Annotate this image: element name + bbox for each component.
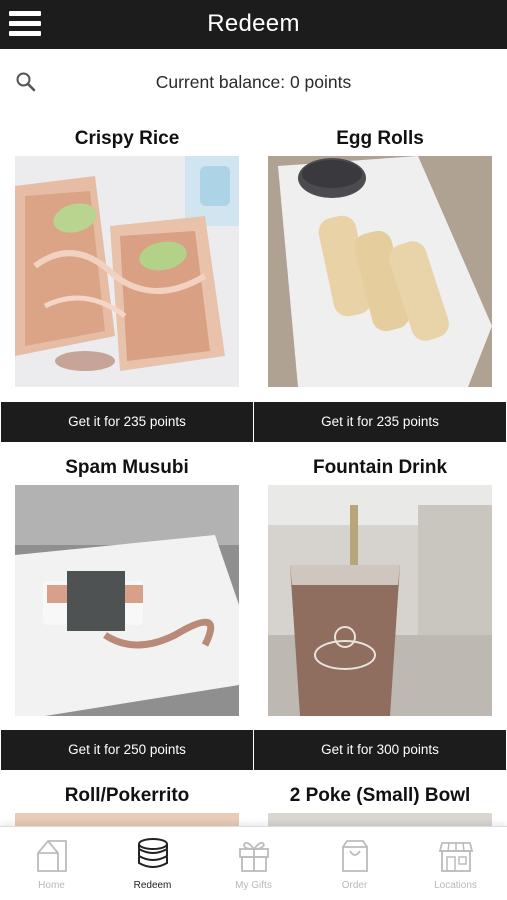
top-bar: Redeem [0, 0, 507, 49]
tab-locations-label: Locations [434, 880, 477, 891]
tab-locations[interactable]: Locations [405, 827, 506, 900]
coins-icon [138, 838, 168, 868]
tab-home-label: Home [38, 880, 65, 891]
item-image-roll-pokerrito[interactable] [15, 813, 239, 827]
item-name-2-poke-small-bowl: 2 Poke (Small) Bowl [289, 785, 471, 806]
item-name-spam-musubi: Spam Musubi [65, 457, 189, 478]
tab-order[interactable]: Order [304, 827, 405, 900]
redeem-button-egg-rolls[interactable]: Get it for 235 points [254, 402, 506, 442]
redeem-button-spam-musubi[interactable]: Get it for 250 points [1, 730, 253, 770]
page-title: Redeem [207, 10, 300, 37]
tab-my-gifts-label: My Gifts [235, 880, 272, 891]
store-icon [438, 842, 474, 872]
home-icon [37, 840, 67, 872]
tab-redeem-label: Redeem [133, 880, 172, 891]
item-image-egg-rolls[interactable] [268, 156, 492, 387]
redeem-button-crispy-rice[interactable]: Get it for 235 points [1, 402, 253, 442]
tab-order-label: Order [341, 880, 368, 891]
item-image-crispy-rice[interactable] [15, 156, 239, 387]
item-image-fountain-drink[interactable] [268, 485, 492, 716]
current-balance: Current balance: 0 points [155, 72, 352, 92]
item-name-egg-rolls: Egg Rolls [336, 128, 424, 149]
tab-my-gifts[interactable]: My Gifts [203, 827, 304, 900]
item-name-crispy-rice: Crispy Rice [74, 128, 180, 149]
shopping-bag-icon [342, 840, 368, 872]
item-image-spam-musubi[interactable] [15, 485, 239, 716]
item-name-roll-pokerrito: Roll/Pokerrito [64, 785, 190, 806]
gift-icon [239, 841, 269, 872]
item-name-fountain-drink: Fountain Drink [312, 457, 448, 478]
item-image-2-poke-small-bowl[interactable] [268, 813, 492, 827]
tab-redeem[interactable]: Redeem [102, 827, 203, 900]
tab-home[interactable]: Home [1, 827, 102, 900]
redeem-button-fountain-drink[interactable]: Get it for 300 points [254, 730, 506, 770]
balance-row: Current balance: 0 points [0, 49, 507, 115]
bottom-tab-bar: Home Redeem My Gifts Order Locations [0, 826, 507, 900]
